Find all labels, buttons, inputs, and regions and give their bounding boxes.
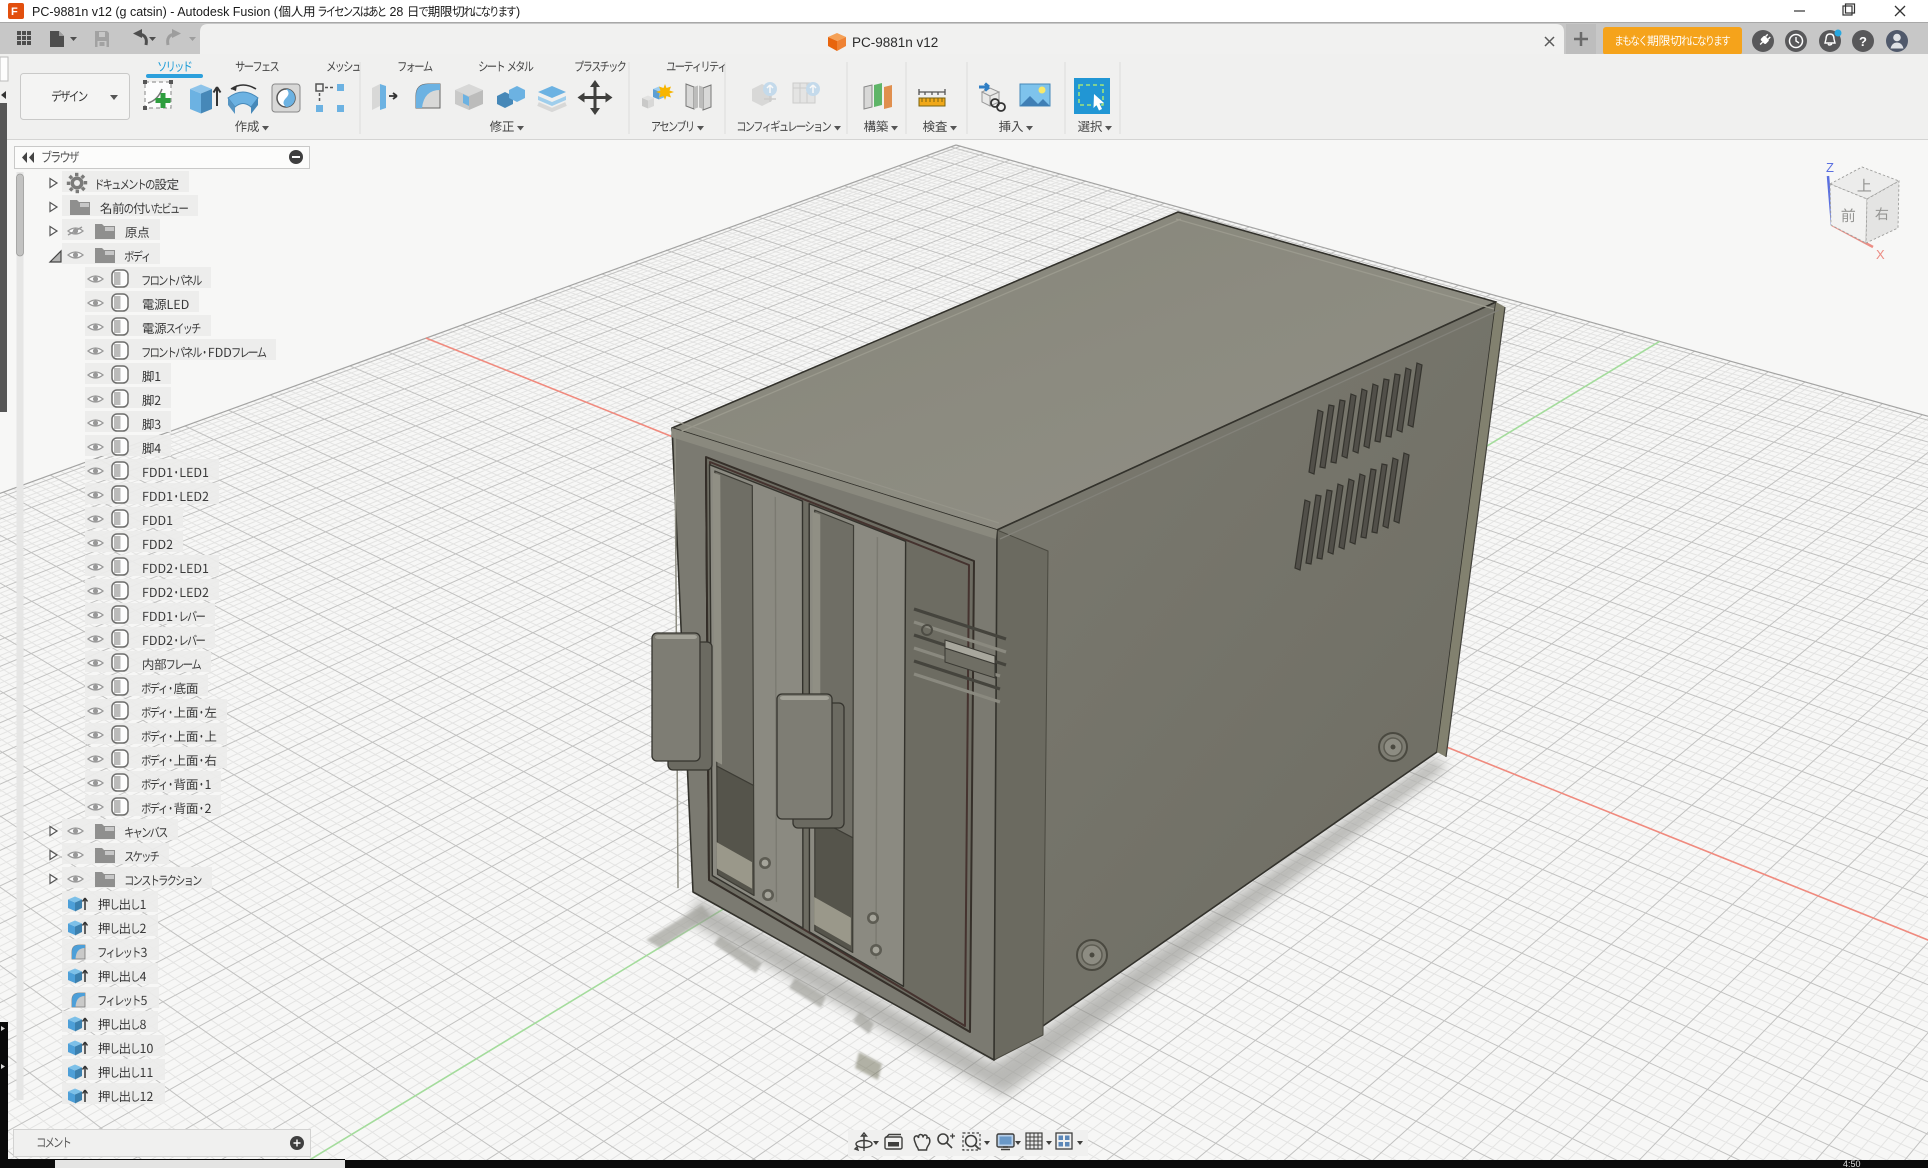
svg-text:F: F xyxy=(11,6,18,18)
svg-text:X: X xyxy=(1876,247,1885,262)
svg-text:4:50: 4:50 xyxy=(1843,1159,1861,1168)
svg-text:28: 28 xyxy=(386,5,407,19)
svg-text:): ) xyxy=(516,5,520,19)
svg-text:PC-9881n v12: PC-9881n v12 xyxy=(852,35,938,50)
svg-text:Z: Z xyxy=(1826,160,1834,175)
svg-text:PC-9881n v12 (g catsin) - Auto: PC-9881n v12 (g catsin) - Autodesk Fusio… xyxy=(32,5,279,19)
svg-text:?: ? xyxy=(1859,34,1867,49)
